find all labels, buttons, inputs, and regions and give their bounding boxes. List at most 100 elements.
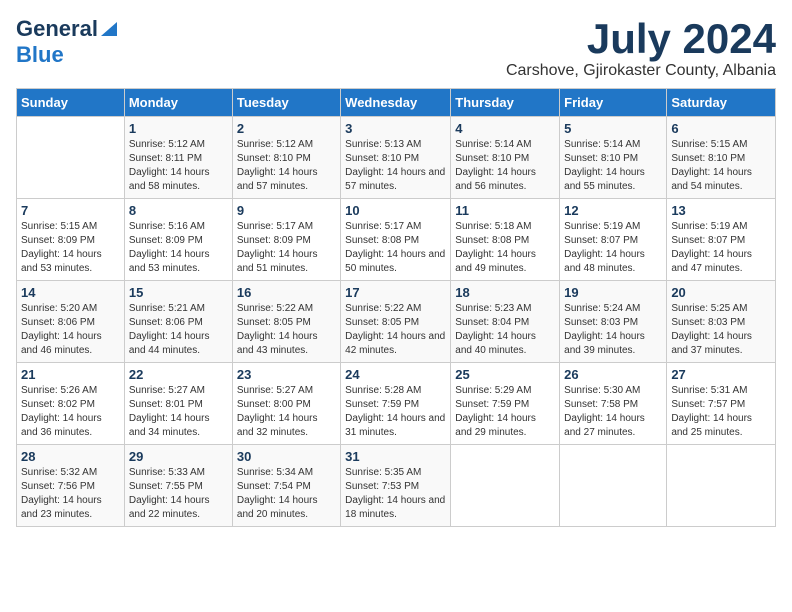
day-detail: Sunrise: 5:29 AMSunset: 7:59 PMDaylight:…: [455, 384, 555, 440]
calendar-cell: 27Sunrise: 5:31 AMSunset: 7:57 PMDayligh…: [667, 363, 776, 445]
weekday-header-friday: Friday: [560, 89, 667, 117]
calendar-table: SundayMondayTuesdayWednesdayThursdayFrid…: [16, 88, 776, 527]
weekday-header-wednesday: Wednesday: [341, 89, 451, 117]
calendar-cell: 14Sunrise: 5:20 AMSunset: 8:06 PMDayligh…: [17, 281, 125, 363]
day-detail: Sunrise: 5:22 AMSunset: 8:05 PMDaylight:…: [345, 302, 446, 358]
day-detail: Sunrise: 5:14 AMSunset: 8:10 PMDaylight:…: [564, 138, 662, 194]
calendar-cell: 9 Sunrise: 5:17 AMSunset: 8:09 PMDaylight…: [232, 199, 340, 281]
day-number: 20: [671, 285, 771, 300]
day-detail: Sunrise: 5:33 AMSunset: 7:55 PMDaylight:…: [129, 466, 228, 522]
day-detail: Sunrise: 5:15 AMSunset: 8:09 PMDaylight:…: [21, 220, 120, 276]
calendar-week-row: 1 Sunrise: 5:12 AMSunset: 8:11 PMDaylight…: [17, 117, 776, 199]
calendar-cell: [17, 117, 125, 199]
day-detail: Sunrise: 5:24 AMSunset: 8:03 PMDaylight:…: [564, 302, 662, 358]
weekday-header-row: SundayMondayTuesdayWednesdayThursdayFrid…: [17, 89, 776, 117]
day-detail: Sunrise: 5:17 AMSunset: 8:08 PMDaylight:…: [345, 220, 446, 276]
day-detail: Sunrise: 5:19 AMSunset: 8:07 PMDaylight:…: [564, 220, 662, 276]
weekday-header-sunday: Sunday: [17, 89, 125, 117]
calendar-cell: 31 Sunrise: 5:35 AMSunset: 7:53 PMDayligh…: [341, 445, 451, 527]
day-number: 27: [671, 367, 771, 382]
day-detail: Sunrise: 5:34 AMSunset: 7:54 PMDaylight:…: [237, 466, 336, 522]
calendar-cell: 5Sunrise: 5:14 AMSunset: 8:10 PMDaylight…: [560, 117, 667, 199]
calendar-cell: 28Sunrise: 5:32 AMSunset: 7:56 PMDayligh…: [17, 445, 125, 527]
day-number: 14: [21, 285, 120, 300]
day-number: 31: [345, 449, 446, 464]
day-detail: Sunrise: 5:19 AMSunset: 8:07 PMDaylight:…: [671, 220, 771, 276]
logo-blue: Blue: [16, 42, 64, 67]
calendar-cell: 21 Sunrise: 5:26 AMSunset: 8:02 PMDayligh…: [17, 363, 125, 445]
day-detail: Sunrise: 5:28 AMSunset: 7:59 PMDaylight:…: [345, 384, 446, 440]
calendar-cell: 15 Sunrise: 5:21 AMSunset: 8:06 PMDayligh…: [124, 281, 232, 363]
calendar-week-row: 28Sunrise: 5:32 AMSunset: 7:56 PMDayligh…: [17, 445, 776, 527]
day-number: 8: [129, 203, 228, 218]
calendar-cell: 8 Sunrise: 5:16 AMSunset: 8:09 PMDaylight…: [124, 199, 232, 281]
day-number: 25: [455, 367, 555, 382]
day-number: 18: [455, 285, 555, 300]
calendar-cell: 10 Sunrise: 5:17 AMSunset: 8:08 PMDayligh…: [341, 199, 451, 281]
day-number: 21: [21, 367, 120, 382]
day-number: 16: [237, 285, 336, 300]
calendar-week-row: 21 Sunrise: 5:26 AMSunset: 8:02 PMDayligh…: [17, 363, 776, 445]
calendar-cell: 13Sunrise: 5:19 AMSunset: 8:07 PMDayligh…: [667, 199, 776, 281]
day-number: 15: [129, 285, 228, 300]
day-number: 10: [345, 203, 446, 218]
day-number: 9: [237, 203, 336, 218]
logo: General Blue: [16, 16, 117, 68]
day-detail: Sunrise: 5:14 AMSunset: 8:10 PMDaylight:…: [455, 138, 555, 194]
calendar-cell: 12 Sunrise: 5:19 AMSunset: 8:07 PMDayligh…: [560, 199, 667, 281]
day-number: 1: [129, 121, 228, 136]
day-number: 12: [564, 203, 662, 218]
calendar-cell: 18Sunrise: 5:23 AMSunset: 8:04 PMDayligh…: [451, 281, 560, 363]
day-detail: Sunrise: 5:27 AMSunset: 8:01 PMDaylight:…: [129, 384, 228, 440]
day-number: 6: [671, 121, 771, 136]
day-number: 17: [345, 285, 446, 300]
calendar-cell: [560, 445, 667, 527]
calendar-cell: 16 Sunrise: 5:22 AMSunset: 8:05 PMDayligh…: [232, 281, 340, 363]
calendar-cell: 4 Sunrise: 5:14 AMSunset: 8:10 PMDaylight…: [451, 117, 560, 199]
day-detail: Sunrise: 5:35 AMSunset: 7:53 PMDaylight:…: [345, 466, 446, 522]
calendar-cell: 22 Sunrise: 5:27 AMSunset: 8:01 PMDayligh…: [124, 363, 232, 445]
location-subtitle: Carshove, Gjirokaster County, Albania: [506, 62, 776, 80]
day-number: 28: [21, 449, 120, 464]
day-number: 24: [345, 367, 446, 382]
calendar-cell: 26 Sunrise: 5:30 AMSunset: 7:58 PMDayligh…: [560, 363, 667, 445]
weekday-header-thursday: Thursday: [451, 89, 560, 117]
calendar-week-row: 7Sunrise: 5:15 AMSunset: 8:09 PMDaylight…: [17, 199, 776, 281]
day-number: 4: [455, 121, 555, 136]
month-year-title: July 2024: [506, 16, 776, 62]
day-detail: Sunrise: 5:21 AMSunset: 8:06 PMDaylight:…: [129, 302, 228, 358]
weekday-header-tuesday: Tuesday: [232, 89, 340, 117]
calendar-cell: 23Sunrise: 5:27 AMSunset: 8:00 PMDayligh…: [232, 363, 340, 445]
day-number: 26: [564, 367, 662, 382]
page-header: General Blue July 2024 Carshove, Gjiroka…: [16, 16, 776, 80]
calendar-cell: 7Sunrise: 5:15 AMSunset: 8:09 PMDaylight…: [17, 199, 125, 281]
day-number: 3: [345, 121, 446, 136]
calendar-cell: [667, 445, 776, 527]
calendar-cell: 17 Sunrise: 5:22 AMSunset: 8:05 PMDayligh…: [341, 281, 451, 363]
day-detail: Sunrise: 5:12 AMSunset: 8:11 PMDaylight:…: [129, 138, 228, 194]
day-detail: Sunrise: 5:30 AMSunset: 7:58 PMDaylight:…: [564, 384, 662, 440]
logo-general: General: [16, 16, 98, 42]
day-number: 29: [129, 449, 228, 464]
day-number: 22: [129, 367, 228, 382]
day-detail: Sunrise: 5:27 AMSunset: 8:00 PMDaylight:…: [237, 384, 336, 440]
day-detail: Sunrise: 5:22 AMSunset: 8:05 PMDaylight:…: [237, 302, 336, 358]
title-area: July 2024 Carshove, Gjirokaster County, …: [506, 16, 776, 80]
weekday-header-saturday: Saturday: [667, 89, 776, 117]
calendar-cell: 24 Sunrise: 5:28 AMSunset: 7:59 PMDayligh…: [341, 363, 451, 445]
calendar-cell: 20Sunrise: 5:25 AMSunset: 8:03 PMDayligh…: [667, 281, 776, 363]
calendar-cell: 2Sunrise: 5:12 AMSunset: 8:10 PMDaylight…: [232, 117, 340, 199]
weekday-header-monday: Monday: [124, 89, 232, 117]
day-detail: Sunrise: 5:16 AMSunset: 8:09 PMDaylight:…: [129, 220, 228, 276]
day-detail: Sunrise: 5:26 AMSunset: 8:02 PMDaylight:…: [21, 384, 120, 440]
day-detail: Sunrise: 5:17 AMSunset: 8:09 PMDaylight:…: [237, 220, 336, 276]
logo-triangle-icon: [101, 18, 117, 41]
day-detail: Sunrise: 5:15 AMSunset: 8:10 PMDaylight:…: [671, 138, 771, 194]
calendar-cell: 29 Sunrise: 5:33 AMSunset: 7:55 PMDayligh…: [124, 445, 232, 527]
calendar-cell: 1 Sunrise: 5:12 AMSunset: 8:11 PMDaylight…: [124, 117, 232, 199]
calendar-cell: 25 Sunrise: 5:29 AMSunset: 7:59 PMDayligh…: [451, 363, 560, 445]
calendar-cell: 11Sunrise: 5:18 AMSunset: 8:08 PMDayligh…: [451, 199, 560, 281]
calendar-week-row: 14Sunrise: 5:20 AMSunset: 8:06 PMDayligh…: [17, 281, 776, 363]
day-detail: Sunrise: 5:13 AMSunset: 8:10 PMDaylight:…: [345, 138, 446, 194]
calendar-cell: 6 Sunrise: 5:15 AMSunset: 8:10 PMDaylight…: [667, 117, 776, 199]
